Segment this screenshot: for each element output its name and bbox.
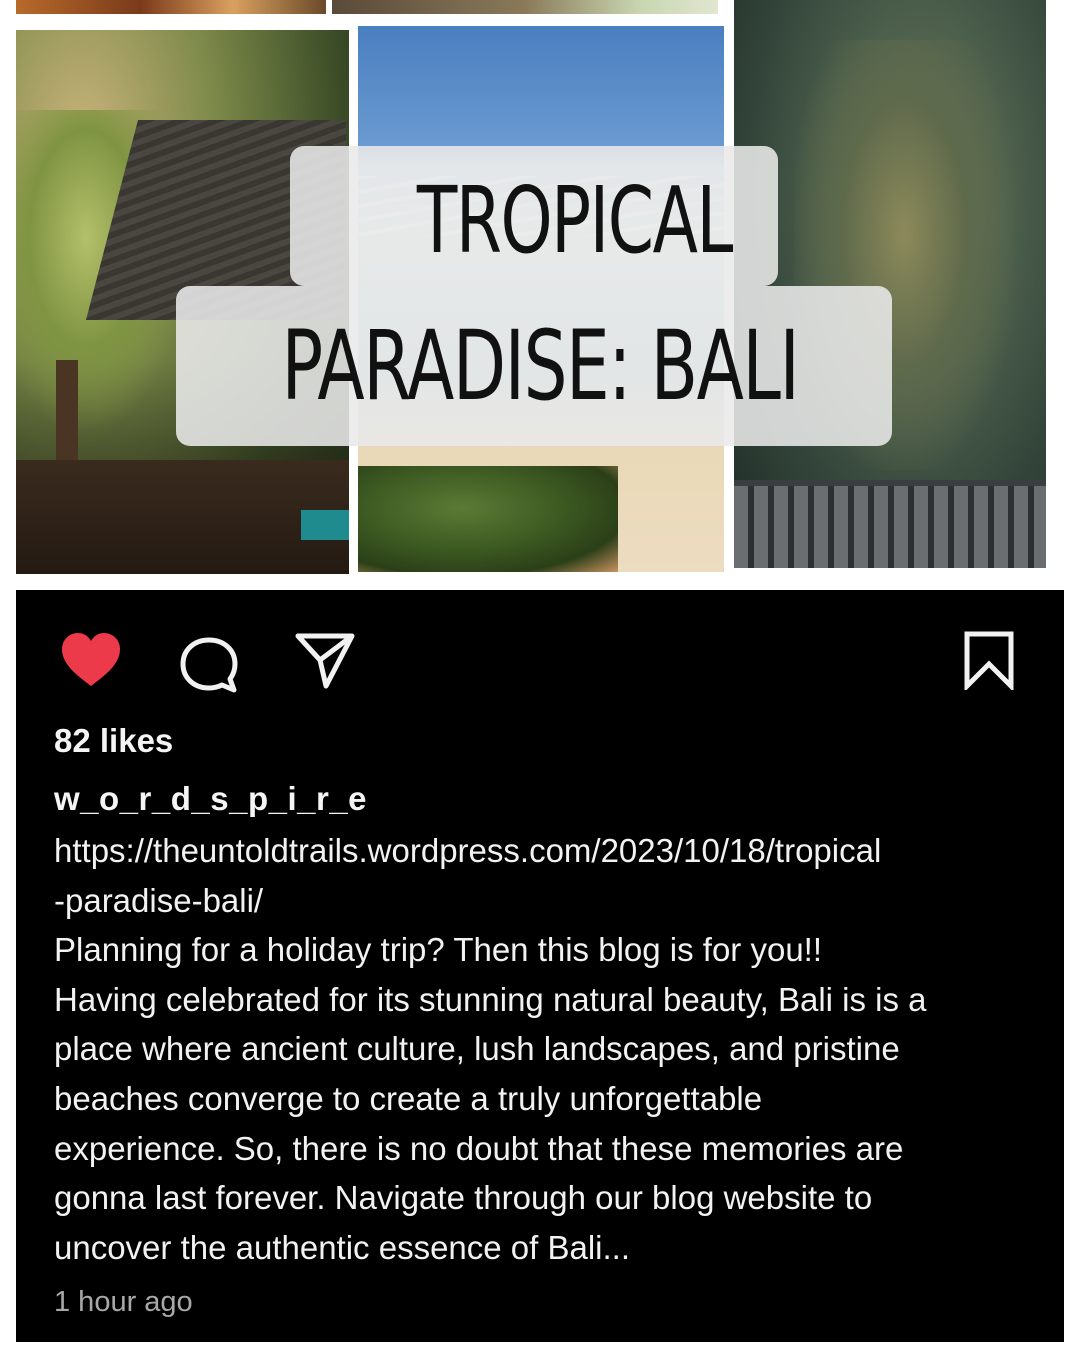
image-title-line-1: TROPICAL (416, 167, 733, 274)
caption-line: experience. So, there is no doubt that t… (54, 1129, 904, 1167)
username-link[interactable]: w_o_r_d_s_p_i_r_e (54, 780, 367, 818)
caption-line: Planning for a holiday trip? Then this b… (54, 931, 823, 969)
post-caption: https://theuntoldtrails.wordpress.com/20… (54, 826, 1044, 1272)
action-bar (16, 630, 1064, 693)
likes-count[interactable]: 82 likes (54, 722, 173, 760)
share-icon[interactable] (292, 630, 358, 690)
top-photo-strip-2 (332, 0, 718, 14)
post-timestamp: 1 hour ago (54, 1286, 193, 1318)
post-image[interactable]: TROPICAL PARADISE: BALI (0, 0, 1080, 590)
caption-line: uncover the authentic essence of Bali... (54, 1228, 631, 1266)
caption-link-line-1[interactable]: https://theuntoldtrails.wordpress.com/20… (54, 826, 1044, 876)
caption-line: place where ancient culture, lush landsc… (54, 1030, 900, 1068)
comment-icon[interactable] (176, 634, 242, 694)
post-details: 82 likes w_o_r_d_s_p_i_r_e https://theun… (16, 590, 1064, 1342)
caption-line: Having celebrated for its stunning natur… (54, 980, 927, 1018)
caption-line: gonna last forever. Navigate through our… (54, 1179, 873, 1217)
bookmark-icon[interactable] (962, 630, 1016, 690)
heart-icon[interactable] (58, 630, 124, 690)
image-title-line-2: PARADISE: BALI (281, 310, 800, 422)
caption-link-line-2[interactable]: -paradise-bali/ (54, 876, 1044, 926)
caption-line: beaches converge to create a truly unfor… (54, 1079, 763, 1117)
statue-photo (734, 0, 1046, 568)
top-photo-strip (16, 0, 326, 14)
